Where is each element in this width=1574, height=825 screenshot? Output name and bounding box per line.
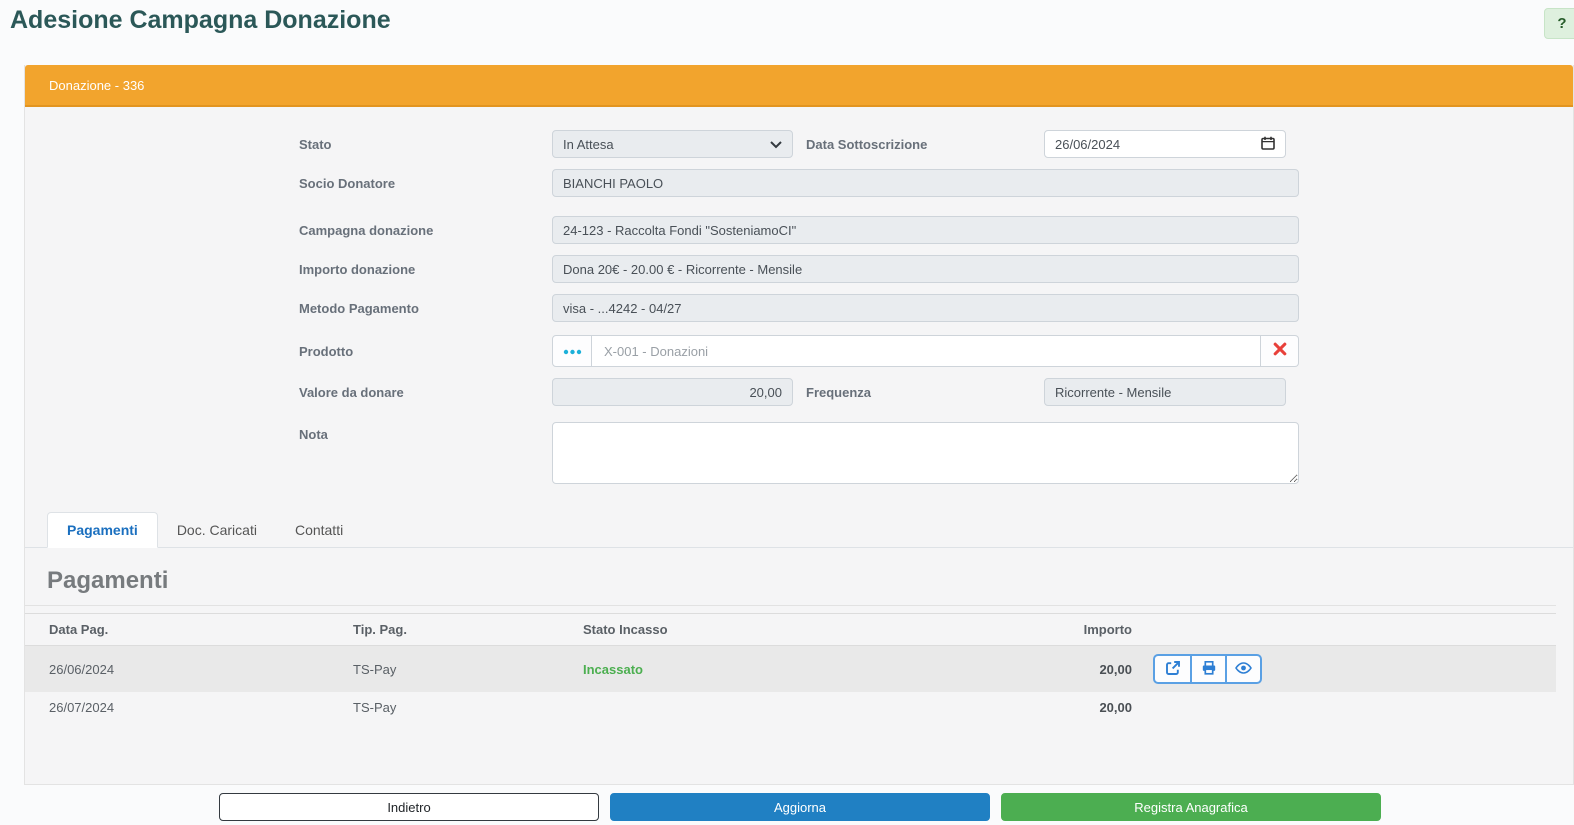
- calendar-icon[interactable]: [1261, 136, 1275, 153]
- data-sottoscrizione-input[interactable]: 26/06/2024: [1044, 130, 1286, 158]
- payment-1-status-badge: Incassato: [583, 661, 643, 677]
- socio-donatore-label: Socio Donatore: [299, 175, 396, 191]
- payment-2-tipo: TS-Pay: [353, 700, 397, 715]
- chevron-down-icon: [770, 137, 782, 152]
- panel-header: Donazione - 336: [25, 65, 1573, 107]
- row-metodo-pagamento: Metodo Pagamento visa - ...4242 - 04/27: [299, 294, 1573, 322]
- printer-icon: [1201, 660, 1217, 679]
- tab-contatti[interactable]: Contatti: [276, 513, 362, 547]
- payment-row-2: 26/07/2024 TS-Pay 20,00: [25, 692, 1556, 723]
- prodotto-label: Prodotto: [299, 343, 354, 359]
- ellipsis-icon: [563, 342, 582, 360]
- prodotto-lookup-button[interactable]: [552, 335, 592, 367]
- payment-1-actions: [1153, 654, 1262, 684]
- metodo-pagamento-input: visa - ...4242 - 04/27: [552, 294, 1299, 322]
- campagna-donazione-input: 24-123 - Raccolta Fondi "SosteniamoCI": [552, 216, 1299, 244]
- print-receipt-button[interactable]: [1190, 656, 1225, 682]
- col-importo: Importo: [1067, 613, 1144, 646]
- row-prodotto: Prodotto X-001 - Donazioni: [299, 335, 1573, 367]
- section-divider: [25, 605, 1556, 606]
- external-link-icon: [1165, 660, 1181, 679]
- row-nota: Nota: [299, 422, 1573, 484]
- payments-table: Data Pag. Tip. Pag. Stato Incasso Import…: [25, 613, 1556, 723]
- stato-label: Stato: [299, 136, 332, 152]
- col-actions: [1144, 613, 1556, 646]
- importo-donazione-label: Importo donazione: [299, 261, 416, 277]
- prodotto-value: X-001 - Donazioni: [604, 343, 709, 359]
- stato-select-value: In Attesa: [563, 136, 614, 152]
- prodotto-input[interactable]: X-001 - Donazioni: [592, 335, 1261, 367]
- eye-icon: [1235, 661, 1252, 677]
- frequenza-label: Frequenza: [806, 384, 872, 400]
- register-anagrafica-button[interactable]: Registra Anagrafica: [1001, 793, 1381, 821]
- valore-da-donare-input: 20,00: [552, 378, 793, 406]
- tab-pagamenti[interactable]: Pagamenti: [47, 512, 158, 548]
- payment-1-importo: 20,00: [1099, 661, 1132, 677]
- payment-1-tipo: TS-Pay: [353, 661, 397, 677]
- view-payment-button[interactable]: [1225, 656, 1260, 682]
- valore-da-donare-label: Valore da donare: [299, 384, 404, 400]
- nota-textarea[interactable]: [552, 422, 1299, 484]
- data-sottoscrizione-value: 26/06/2024: [1055, 136, 1121, 152]
- importo-donazione-input: Dona 20€ - 20.00 € - Ricorrente - Mensil…: [552, 255, 1299, 283]
- campagna-donazione-label: Campagna donazione: [299, 222, 434, 238]
- row-importo-donazione: Importo donazione Dona 20€ - 20.00 € - R…: [299, 255, 1573, 283]
- panel-header-label: Donazione - 336: [49, 77, 145, 93]
- col-stato-incasso: Stato Incasso: [571, 613, 1067, 646]
- stato-select[interactable]: In Attesa: [552, 130, 793, 158]
- socio-donatore-input: BIANCHI PAOLO: [552, 169, 1299, 197]
- footer-actions: Indietro Aggiorna Registra Anagrafica: [219, 793, 1381, 821]
- donation-panel: Donazione - 336 Stato In Attesa Data Sot…: [24, 65, 1574, 785]
- nota-label: Nota: [299, 427, 328, 442]
- tab-bar: Pagamenti Doc. Caricati Contatti: [25, 512, 1573, 548]
- col-tip-pag: Tip. Pag.: [341, 613, 571, 646]
- importo-donazione-value: Dona 20€ - 20.00 € - Ricorrente - Mensil…: [563, 261, 803, 277]
- socio-donatore-value: BIANCHI PAOLO: [563, 175, 664, 191]
- data-sottoscrizione-label: Data Sottoscrizione: [806, 136, 928, 152]
- payment-2-data: 26/07/2024: [49, 700, 115, 715]
- payment-1-data: 26/06/2024: [49, 661, 115, 677]
- page-title: Adesione Campagna Donazione: [10, 6, 391, 34]
- help-button[interactable]: ?: [1544, 8, 1574, 39]
- campagna-donazione-value: 24-123 - Raccolta Fondi "SosteniamoCI": [563, 222, 797, 238]
- payment-2-status: [571, 692, 1067, 723]
- valore-da-donare-value: 20,00: [749, 384, 782, 400]
- row-socio-donatore: Socio Donatore BIANCHI PAOLO: [299, 169, 1573, 197]
- metodo-pagamento-label: Metodo Pagamento: [299, 300, 419, 316]
- col-data-pag: Data Pag.: [25, 613, 341, 646]
- frequenza-value: Ricorrente - Mensile: [1055, 384, 1172, 400]
- back-button[interactable]: Indietro: [219, 793, 599, 821]
- payment-row-1: 26/06/2024 TS-Pay Incassato 20,00: [25, 645, 1556, 692]
- payments-header-row: Data Pag. Tip. Pag. Stato Incasso Import…: [25, 613, 1556, 646]
- donation-form: Stato In Attesa Data Sottoscrizione 26/0…: [25, 107, 1573, 723]
- prodotto-clear-button[interactable]: [1261, 335, 1299, 367]
- tab-doc-caricati[interactable]: Doc. Caricati: [158, 513, 276, 547]
- payment-2-importo: 20,00: [1099, 700, 1132, 715]
- payments-section-title: Pagamenti: [47, 567, 169, 594]
- update-button[interactable]: Aggiorna: [610, 793, 990, 821]
- close-icon: [1273, 342, 1287, 361]
- open-payment-button[interactable]: [1155, 656, 1190, 682]
- row-stato: Stato In Attesa Data Sottoscrizione 26/0…: [299, 130, 1573, 158]
- row-valore-frequenza: Valore da donare 20,00 Frequenza Ricorre…: [299, 378, 1573, 406]
- metodo-pagamento-value: visa - ...4242 - 04/27: [563, 300, 682, 316]
- frequenza-input: Ricorrente - Mensile: [1044, 378, 1286, 406]
- row-campagna-donazione: Campagna donazione 24-123 - Raccolta Fon…: [299, 216, 1573, 244]
